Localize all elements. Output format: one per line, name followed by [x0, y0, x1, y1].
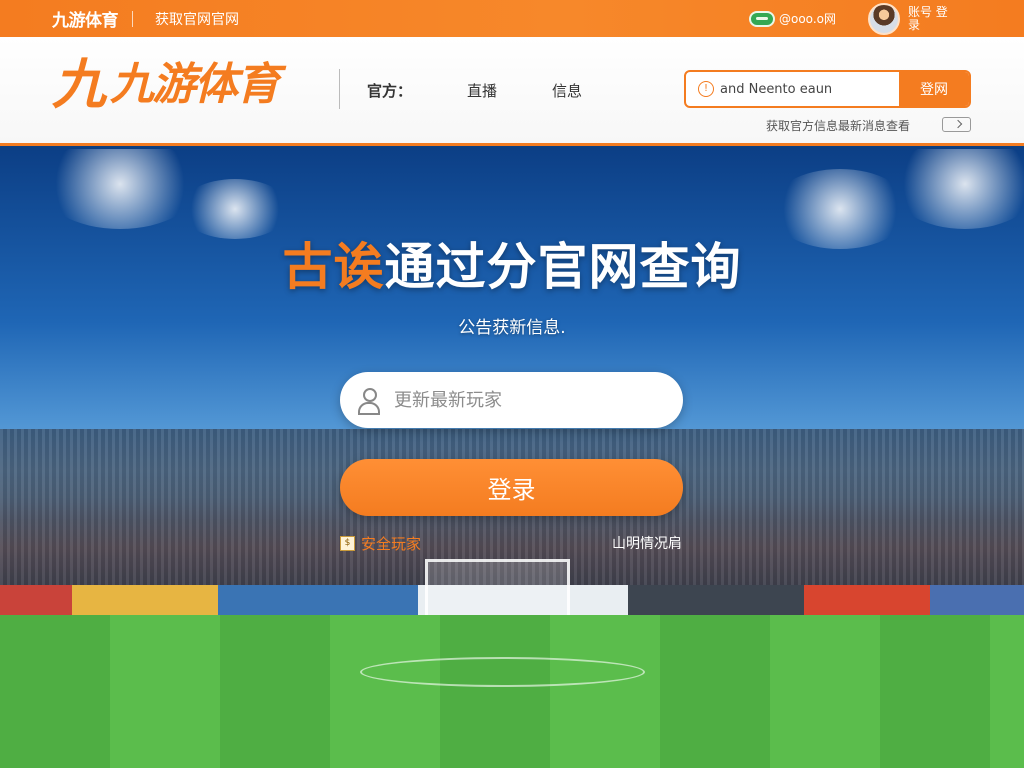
chevron-down-icon[interactable]: [942, 117, 971, 132]
site-header: 九 九游体育 官方： 直播 信息 ! 登网 获取官方信息最新消息查看: [0, 37, 1024, 146]
mini-logo[interactable]: 九游体育: [52, 6, 119, 31]
search-button[interactable]: 登网: [899, 72, 969, 106]
search-box: ! 登网: [684, 70, 971, 108]
safe-player-link[interactable]: $ 安全玩家: [340, 533, 421, 554]
top-bar: 九游体育 获取官网官网 @ooo.o网 账号 登录: [0, 0, 1024, 37]
nav-item-info[interactable]: 信息: [552, 80, 582, 101]
football-pitch: [0, 615, 1024, 768]
stadium-light: [40, 149, 200, 229]
header-divider: [339, 69, 340, 109]
info-circle-icon: !: [698, 81, 714, 97]
user-login-link[interactable]: 账号 登录: [908, 5, 954, 32]
safe-player-label: 安全玩家: [361, 535, 422, 553]
hero-title-accent: 古诶: [282, 238, 385, 296]
hero-title-main: 通过分官网查询: [384, 238, 742, 296]
logo-mark: 九: [52, 53, 106, 116]
help-link[interactable]: 山明情况肩: [612, 533, 682, 553]
domain-text[interactable]: @ooo.o网: [779, 10, 836, 27]
nav-item-official[interactable]: 官方：: [367, 80, 412, 101]
divider: [132, 10, 133, 27]
stadium-light: [890, 149, 1024, 229]
nav-item-live[interactable]: 直播: [467, 80, 497, 101]
logo-text: 九游体育: [110, 59, 280, 110]
main-nav: 官方： 直播 信息: [367, 80, 637, 101]
avatar[interactable]: [867, 2, 900, 35]
green-toggle-icon[interactable]: [749, 10, 775, 27]
official-site-link[interactable]: 获取官网官网: [155, 9, 239, 29]
pitch-marking: [360, 657, 645, 687]
site-logo[interactable]: 九 九游体育: [52, 53, 280, 116]
safe-badge-icon: $: [340, 536, 355, 551]
hero-subtitle: 公告获新信息.: [458, 318, 566, 338]
user-icon: [358, 388, 380, 415]
search-input[interactable]: [720, 72, 899, 106]
goal-post: [425, 559, 570, 615]
login-button[interactable]: 登录: [340, 459, 683, 516]
hero-title: 古诶通过分官网查询: [0, 227, 1024, 299]
top-bar-right: @ooo.o网 账号 登录: [749, 0, 954, 37]
notice-text: 获取官方信息最新消息查看: [766, 119, 911, 133]
hero-banner: 古诶通过分官网查询 公告获新信息. 登录 $ 安全玩家 山明情况肩: [0, 149, 1024, 768]
player-search-input[interactable]: [394, 389, 683, 411]
player-search-field: [340, 372, 683, 428]
